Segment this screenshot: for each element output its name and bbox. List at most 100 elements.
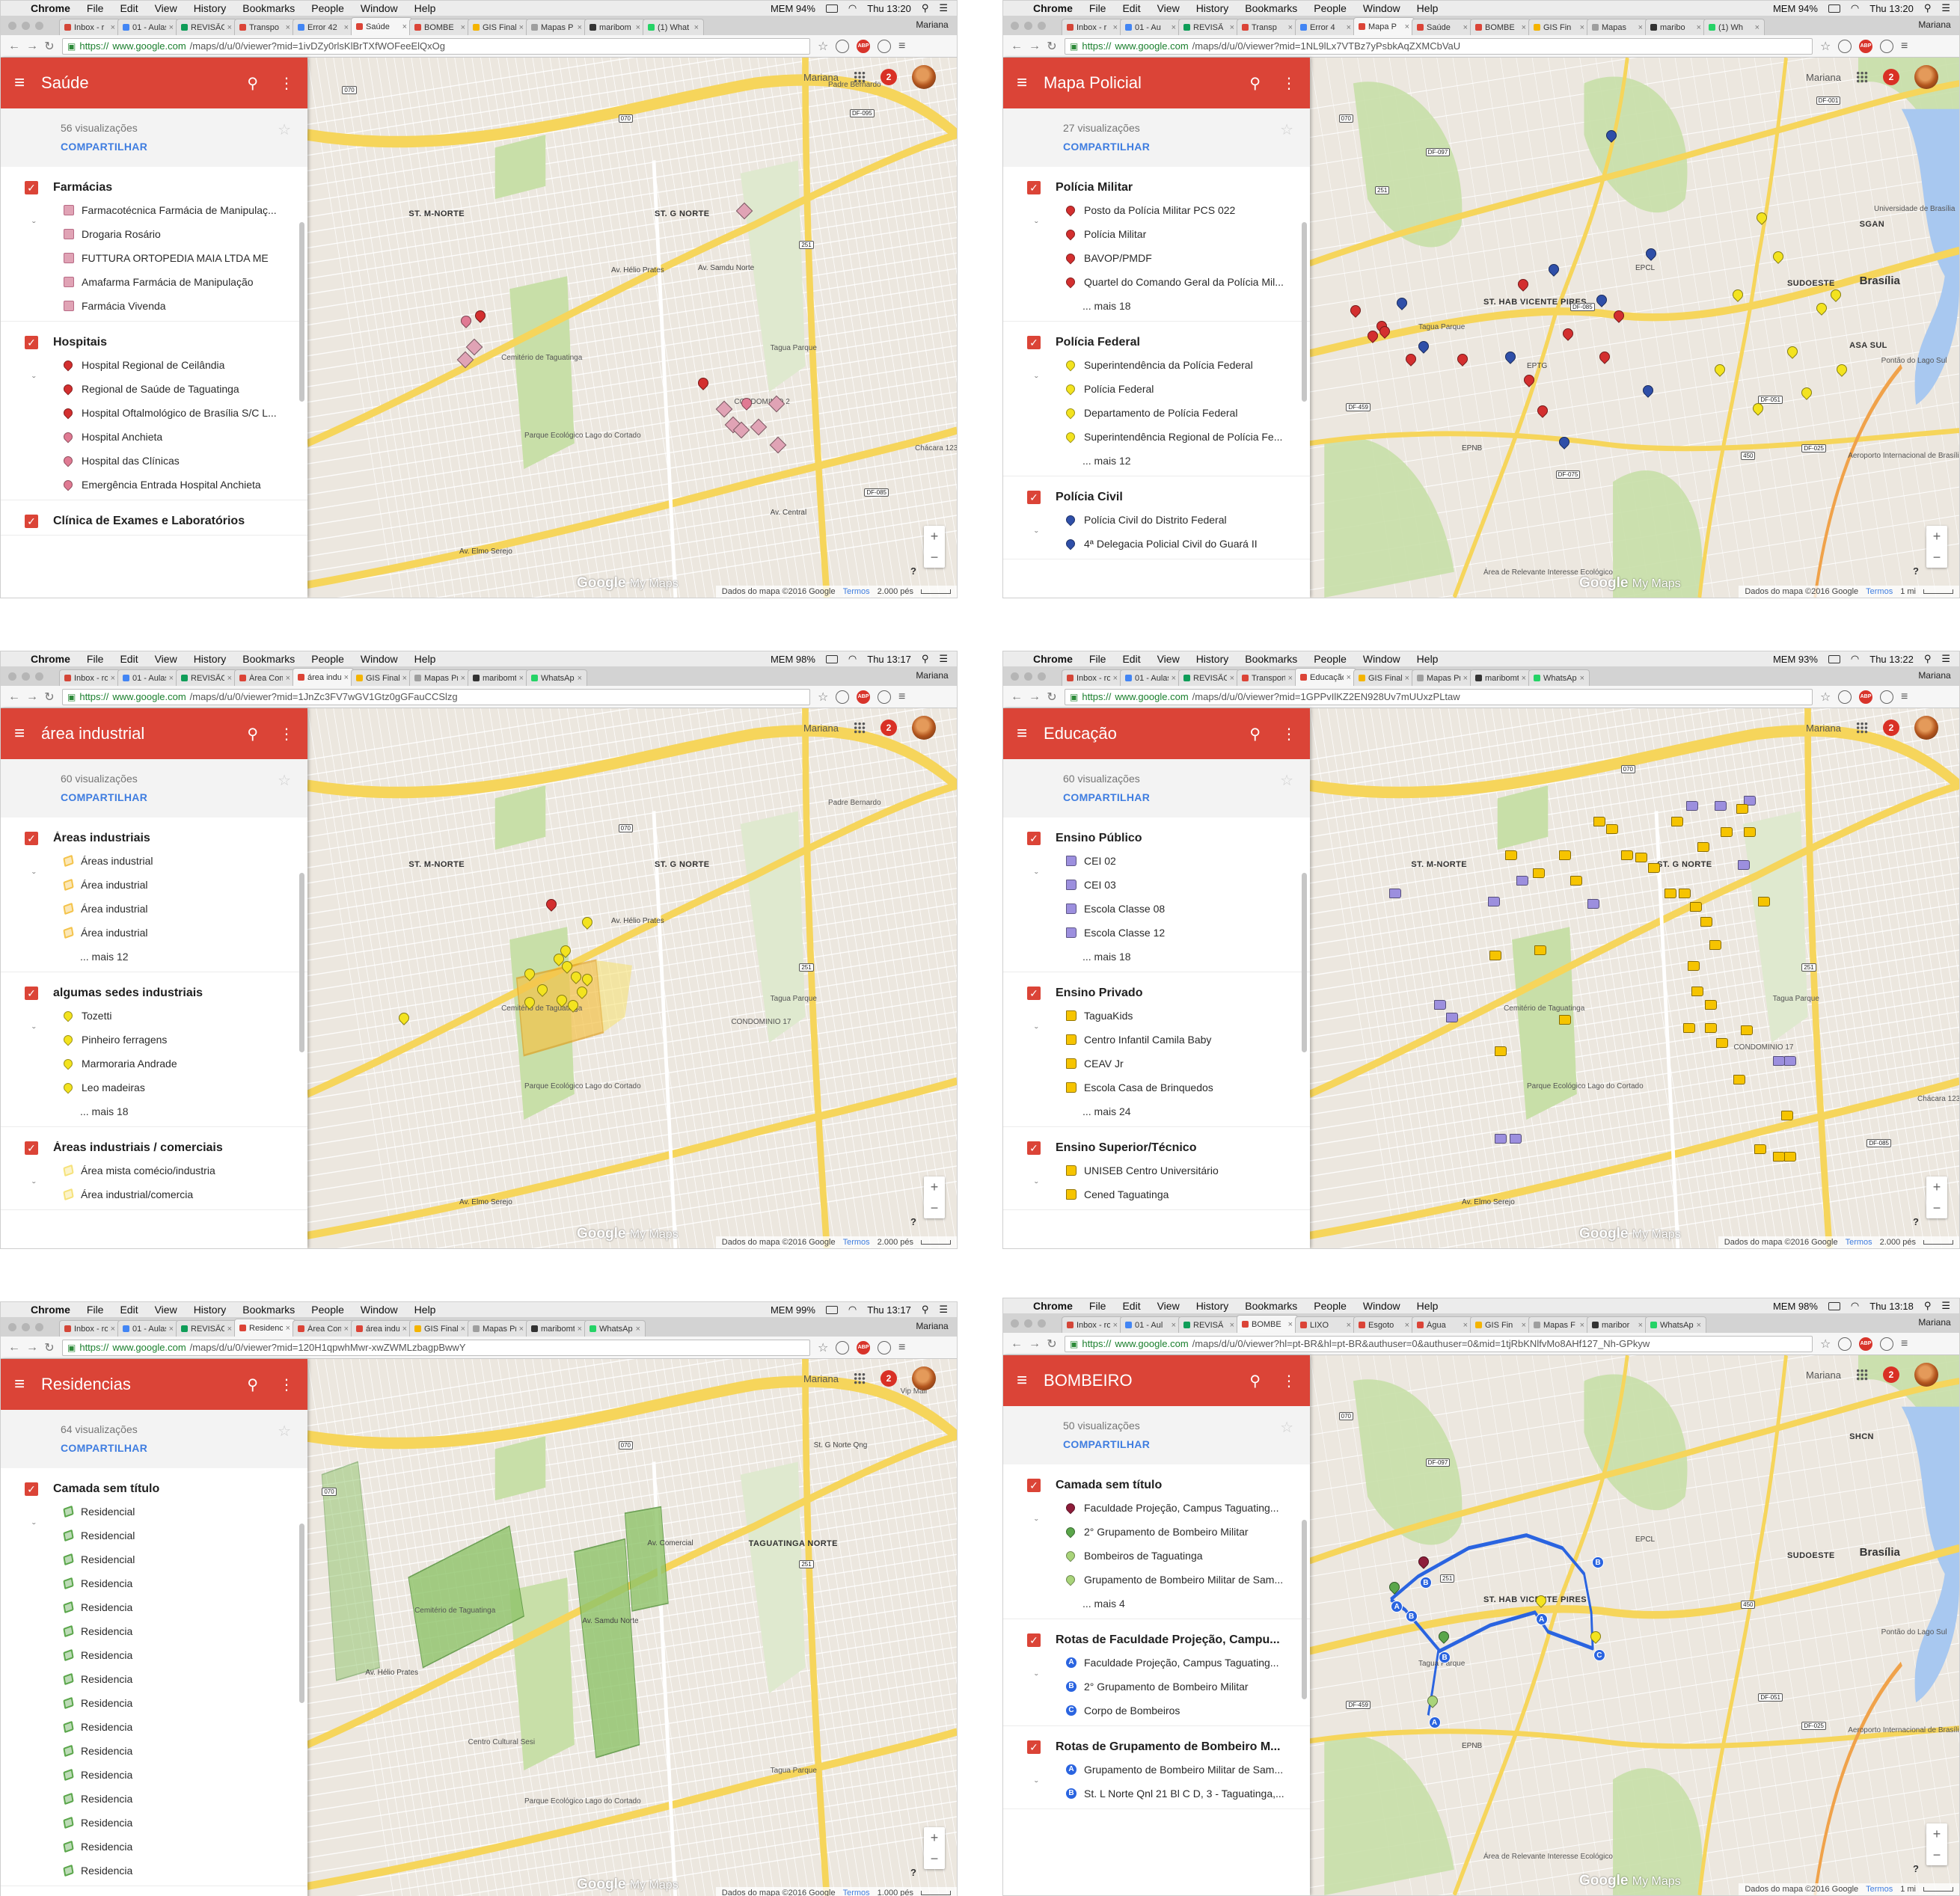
adblock-plus-icon[interactable]: ABP — [857, 1340, 870, 1354]
layer-name[interactable]: Ensino Privado — [1056, 987, 1142, 1000]
layer-item[interactable]: TaguaKids — [1003, 1004, 1310, 1028]
chrome-menu-icon[interactable]: ≡ — [898, 40, 905, 53]
close-tab-icon[interactable]: × — [1113, 674, 1118, 683]
layer-item[interactable]: Residencia — [1, 1667, 307, 1691]
close-tab-icon[interactable]: × — [344, 1325, 349, 1334]
layer-item[interactable]: Amafarma Farmácia de Manipulação — [1, 270, 307, 294]
browser-tab[interactable]: GIS Fin × — [1528, 19, 1590, 35]
url-bar[interactable]: ▣ https://www.google.com/maps/d/u/0/viewe… — [62, 37, 810, 55]
map-canvas[interactable]: ST. M-NORTE ST. G NORTE Av. Hélio Prates Ce… — [307, 58, 957, 598]
layer-item[interactable]: Residencia — [1, 1835, 307, 1859]
extension-icon[interactable] — [1838, 39, 1852, 53]
menu-history[interactable]: History — [1196, 653, 1229, 665]
menu-bookmarks[interactable]: Bookmarks — [242, 653, 295, 665]
close-tab-icon[interactable]: × — [1230, 1321, 1234, 1330]
menu-file[interactable]: File — [1089, 2, 1106, 14]
close-tab-icon[interactable]: × — [578, 23, 582, 32]
layer-item[interactable]: Residencia — [1, 1811, 307, 1835]
notification-badge[interactable]: 2 — [881, 69, 897, 85]
chrome-menu-icon[interactable]: ≡ — [898, 690, 905, 704]
browser-tab[interactable]: 01 - Aul × — [1120, 1316, 1181, 1333]
avatar[interactable] — [1914, 65, 1938, 89]
avatar[interactable] — [912, 1366, 936, 1390]
hamburger-menu-icon[interactable]: ≡ — [1017, 73, 1027, 93]
more-vert-icon[interactable]: ⋮ — [279, 1375, 294, 1394]
apps-grid-icon[interactable] — [1856, 722, 1868, 734]
search-icon[interactable]: ⚲ — [247, 74, 258, 93]
browser-tab[interactable]: Educação × — [1295, 668, 1356, 686]
school-marker[interactable] — [1664, 889, 1676, 899]
browser-tab[interactable]: maribom × — [584, 19, 646, 35]
search-icon[interactable]: ⚲ — [1249, 1372, 1261, 1390]
layer-checkbox[interactable]: ✓ — [25, 515, 38, 528]
scale-label[interactable]: 1 mi — [1900, 1885, 1916, 1894]
layer-name[interactable]: Áreas industriais / comerciais — [53, 1141, 223, 1155]
app-name[interactable]: Chrome — [1033, 2, 1073, 14]
terms-link[interactable]: Termos — [843, 1889, 870, 1896]
menu-help[interactable]: Help — [414, 1304, 436, 1316]
layer-item[interactable]: Área mista comécio/industria — [1, 1159, 307, 1182]
layer-name[interactable]: Camada sem título — [1056, 1479, 1162, 1492]
hamburger-menu-icon[interactable]: ≡ — [1017, 1370, 1027, 1391]
layer-checkbox[interactable]: ✓ — [25, 987, 38, 1000]
browser-tab[interactable]: GIS Final × — [409, 1320, 471, 1337]
close-tab-icon[interactable]: × — [111, 674, 115, 683]
clock[interactable]: Thu 13:20 — [1869, 3, 1914, 14]
close-tab-icon[interactable]: × — [1347, 673, 1351, 682]
hamburger-menu-icon[interactable]: ≡ — [14, 1374, 25, 1395]
map-canvas[interactable]: ST. M-NORTE ST. G NORTE Cemitério de Tagua… — [307, 708, 957, 1248]
layer-item[interactable]: Área industrial — [1, 897, 307, 921]
star-icon[interactable]: ☆ — [278, 120, 291, 139]
browser-tab[interactable]: área indust× — [351, 1320, 412, 1337]
memory-indicator[interactable]: MEM 98% — [771, 654, 815, 665]
close-tab-icon[interactable]: × — [402, 1325, 407, 1334]
menu-bookmarks[interactable]: Bookmarks — [1245, 1300, 1297, 1312]
browser-tab[interactable]: REVISÃ × — [1178, 19, 1240, 35]
wifi-icon[interactable]: ◠ — [848, 653, 857, 665]
layer-item[interactable]: Cened Taguatinga — [1003, 1182, 1310, 1206]
minimize-window-icon[interactable] — [22, 1323, 30, 1331]
school-marker[interactable] — [1772, 1056, 1785, 1067]
school-marker[interactable] — [1690, 901, 1703, 912]
collapse-chevron-icon[interactable]: ˇ — [32, 1179, 36, 1191]
back-arrow-icon[interactable]: ← — [8, 690, 20, 704]
hamburger-menu-icon[interactable]: ≡ — [14, 73, 25, 93]
menu-people[interactable]: People — [311, 2, 344, 14]
school-marker[interactable] — [1648, 862, 1661, 873]
menu-people[interactable]: People — [311, 653, 344, 665]
terms-link[interactable]: Termos — [1846, 1238, 1872, 1247]
layer-item[interactable]: Residencia — [1, 1859, 307, 1883]
minimize-window-icon[interactable] — [1024, 1319, 1032, 1328]
layer-name[interactable]: Polícia Civil — [1056, 491, 1123, 504]
chrome-menu-icon[interactable]: ≡ — [1901, 1337, 1908, 1351]
spotlight-search-icon[interactable]: ⚲ — [922, 653, 929, 665]
menu-bookmarks[interactable]: Bookmarks — [1245, 653, 1297, 665]
browser-tab[interactable]: Área Comer× — [293, 1320, 354, 1337]
browser-tab[interactable]: GIS Final × — [1353, 669, 1415, 686]
close-window-icon[interactable] — [1011, 1319, 1019, 1328]
layer-item[interactable]: Polícia Civil do Distrito Federal — [1003, 508, 1310, 532]
menu-history[interactable]: History — [1196, 2, 1229, 14]
layer-item[interactable]: C Corpo de Bombeiros — [1003, 1699, 1310, 1722]
zoom-window-icon[interactable] — [1038, 22, 1046, 30]
school-marker[interactable] — [1635, 853, 1647, 863]
close-tab-icon[interactable]: × — [227, 23, 232, 32]
layer-item[interactable]: Escola Casa de Brinquedos — [1003, 1076, 1310, 1099]
menu-window[interactable]: Window — [1363, 1300, 1400, 1312]
close-tab-icon[interactable]: × — [519, 23, 524, 32]
app-name[interactable]: Chrome — [31, 653, 70, 665]
close-tab-icon[interactable]: × — [1172, 674, 1176, 683]
school-marker[interactable] — [1516, 876, 1529, 886]
school-marker[interactable] — [1716, 1038, 1729, 1049]
layer-item[interactable]: Departamento de Polícia Federal — [1003, 401, 1310, 425]
layer-item[interactable]: Polícia Militar — [1003, 222, 1310, 246]
layer-name[interactable]: Rotas de Grupamento de Bombeiro M... — [1056, 1740, 1280, 1754]
terms-link[interactable]: Termos — [843, 587, 870, 596]
collapse-chevron-icon[interactable]: ˇ — [32, 219, 36, 231]
more-items-link[interactable]: ... mais 24 — [1003, 1099, 1310, 1123]
menu-view[interactable]: View — [155, 2, 177, 14]
browser-tab[interactable]: Transportes× — [1237, 669, 1298, 686]
layer-name[interactable]: Clínica de Exames e Laboratórios — [53, 515, 245, 528]
layer-item[interactable]: Residencial — [1, 1547, 307, 1571]
memory-indicator[interactable]: MEM 99% — [771, 1304, 815, 1316]
